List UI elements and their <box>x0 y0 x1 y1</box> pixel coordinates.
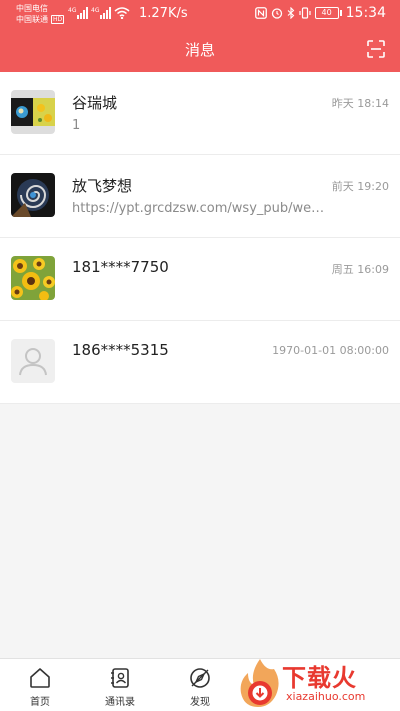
split-photo-icon <box>11 90 55 134</box>
net-type-1: 4G <box>68 7 77 14</box>
contact-name: 放飞梦想 <box>72 177 133 195</box>
message-item[interactable]: 181****7750 周五 16:09 <box>0 238 400 321</box>
message-item[interactable]: 放飞梦想 https://ypt.grcdzsw.com/wsy_pub/web… <box>0 155 400 238</box>
compass-icon <box>190 668 210 688</box>
message-item[interactable]: 186****5315 1970-01-01 08:00:00 <box>0 321 400 404</box>
contact-name: 186****5315 <box>72 341 169 359</box>
nav-label: 发现 <box>190 697 210 708</box>
message-preview: 1 <box>72 118 81 133</box>
default-user-icon <box>11 339 55 383</box>
avatar <box>11 90 55 134</box>
avatar <box>11 173 55 217</box>
alarm-icon <box>271 8 282 19</box>
message-time: 1970-01-01 08:00:00 <box>272 344 389 357</box>
nav-label: 首页 <box>30 697 50 708</box>
status-bar: 中国电信 中国联通 HD 4G 4G 1.27K/s 40 15:34 <box>0 0 400 30</box>
carrier-2: 中国联通 <box>16 15 48 24</box>
status-icons: 40 15:34 <box>254 5 386 21</box>
hd-badge: HD <box>51 15 65 24</box>
avatar <box>11 256 55 300</box>
network-icons: 4G 4G <box>68 7 130 19</box>
vibrate-icon <box>299 7 311 19</box>
message-preview: https://ypt.grcdzsw.com/wsy_pub/web... <box>72 201 327 216</box>
wifi-icon <box>114 7 130 19</box>
flame-logo-icon <box>240 659 279 707</box>
contact-name: 谷瑞城 <box>72 94 118 112</box>
nav-label: 通讯录 <box>105 697 135 708</box>
nfc-icon <box>254 7 267 19</box>
nav-discover[interactable]: 发现 <box>170 664 230 708</box>
carrier-1: 中国电信 <box>16 4 48 13</box>
network-speed: 1.27K/s <box>139 6 188 21</box>
nav-home[interactable]: 首页 <box>10 664 70 708</box>
message-list: 谷瑞城 1 昨天 18:14 放飞梦想 https://ypt.grcdzsw.… <box>0 72 400 404</box>
page-title: 消息 <box>184 41 215 59</box>
home-icon <box>30 668 50 688</box>
bluetooth-icon <box>287 7 294 19</box>
contact-name: 181****7750 <box>72 258 169 276</box>
nav-contacts[interactable]: 通讯录 <box>90 664 150 708</box>
contacts-icon <box>111 668 129 688</box>
watermark: 下载火 xiazaihuo.com <box>234 656 400 710</box>
message-item[interactable]: 谷瑞城 1 昨天 18:14 <box>0 72 400 155</box>
message-time: 周五 16:09 <box>331 263 389 276</box>
battery-level: 40 <box>321 8 332 17</box>
signal-icon: 4G <box>91 7 111 19</box>
title-bar: 消息 <box>0 36 400 64</box>
header: 中国电信 中国联通 HD 4G 4G 1.27K/s 40 15:34 消息 <box>0 0 400 72</box>
status-time: 15:34 <box>345 5 386 21</box>
signal-icon: 4G <box>68 7 88 19</box>
carrier-info: 中国电信 中国联通 HD <box>16 3 65 25</box>
message-time: 前天 19:20 <box>331 180 389 193</box>
watermark-logo-text: 下载火 <box>282 664 357 692</box>
watermark-url: xiazaihuo.com <box>286 690 366 703</box>
message-time: 昨天 18:14 <box>331 97 389 110</box>
avatar <box>11 339 55 383</box>
scan-icon[interactable] <box>366 39 386 59</box>
net-type-2: 4G <box>91 7 100 14</box>
battery-icon: 40 <box>314 7 342 19</box>
sunflower-photo-icon <box>11 256 55 300</box>
spiral-photo-icon <box>11 173 55 217</box>
